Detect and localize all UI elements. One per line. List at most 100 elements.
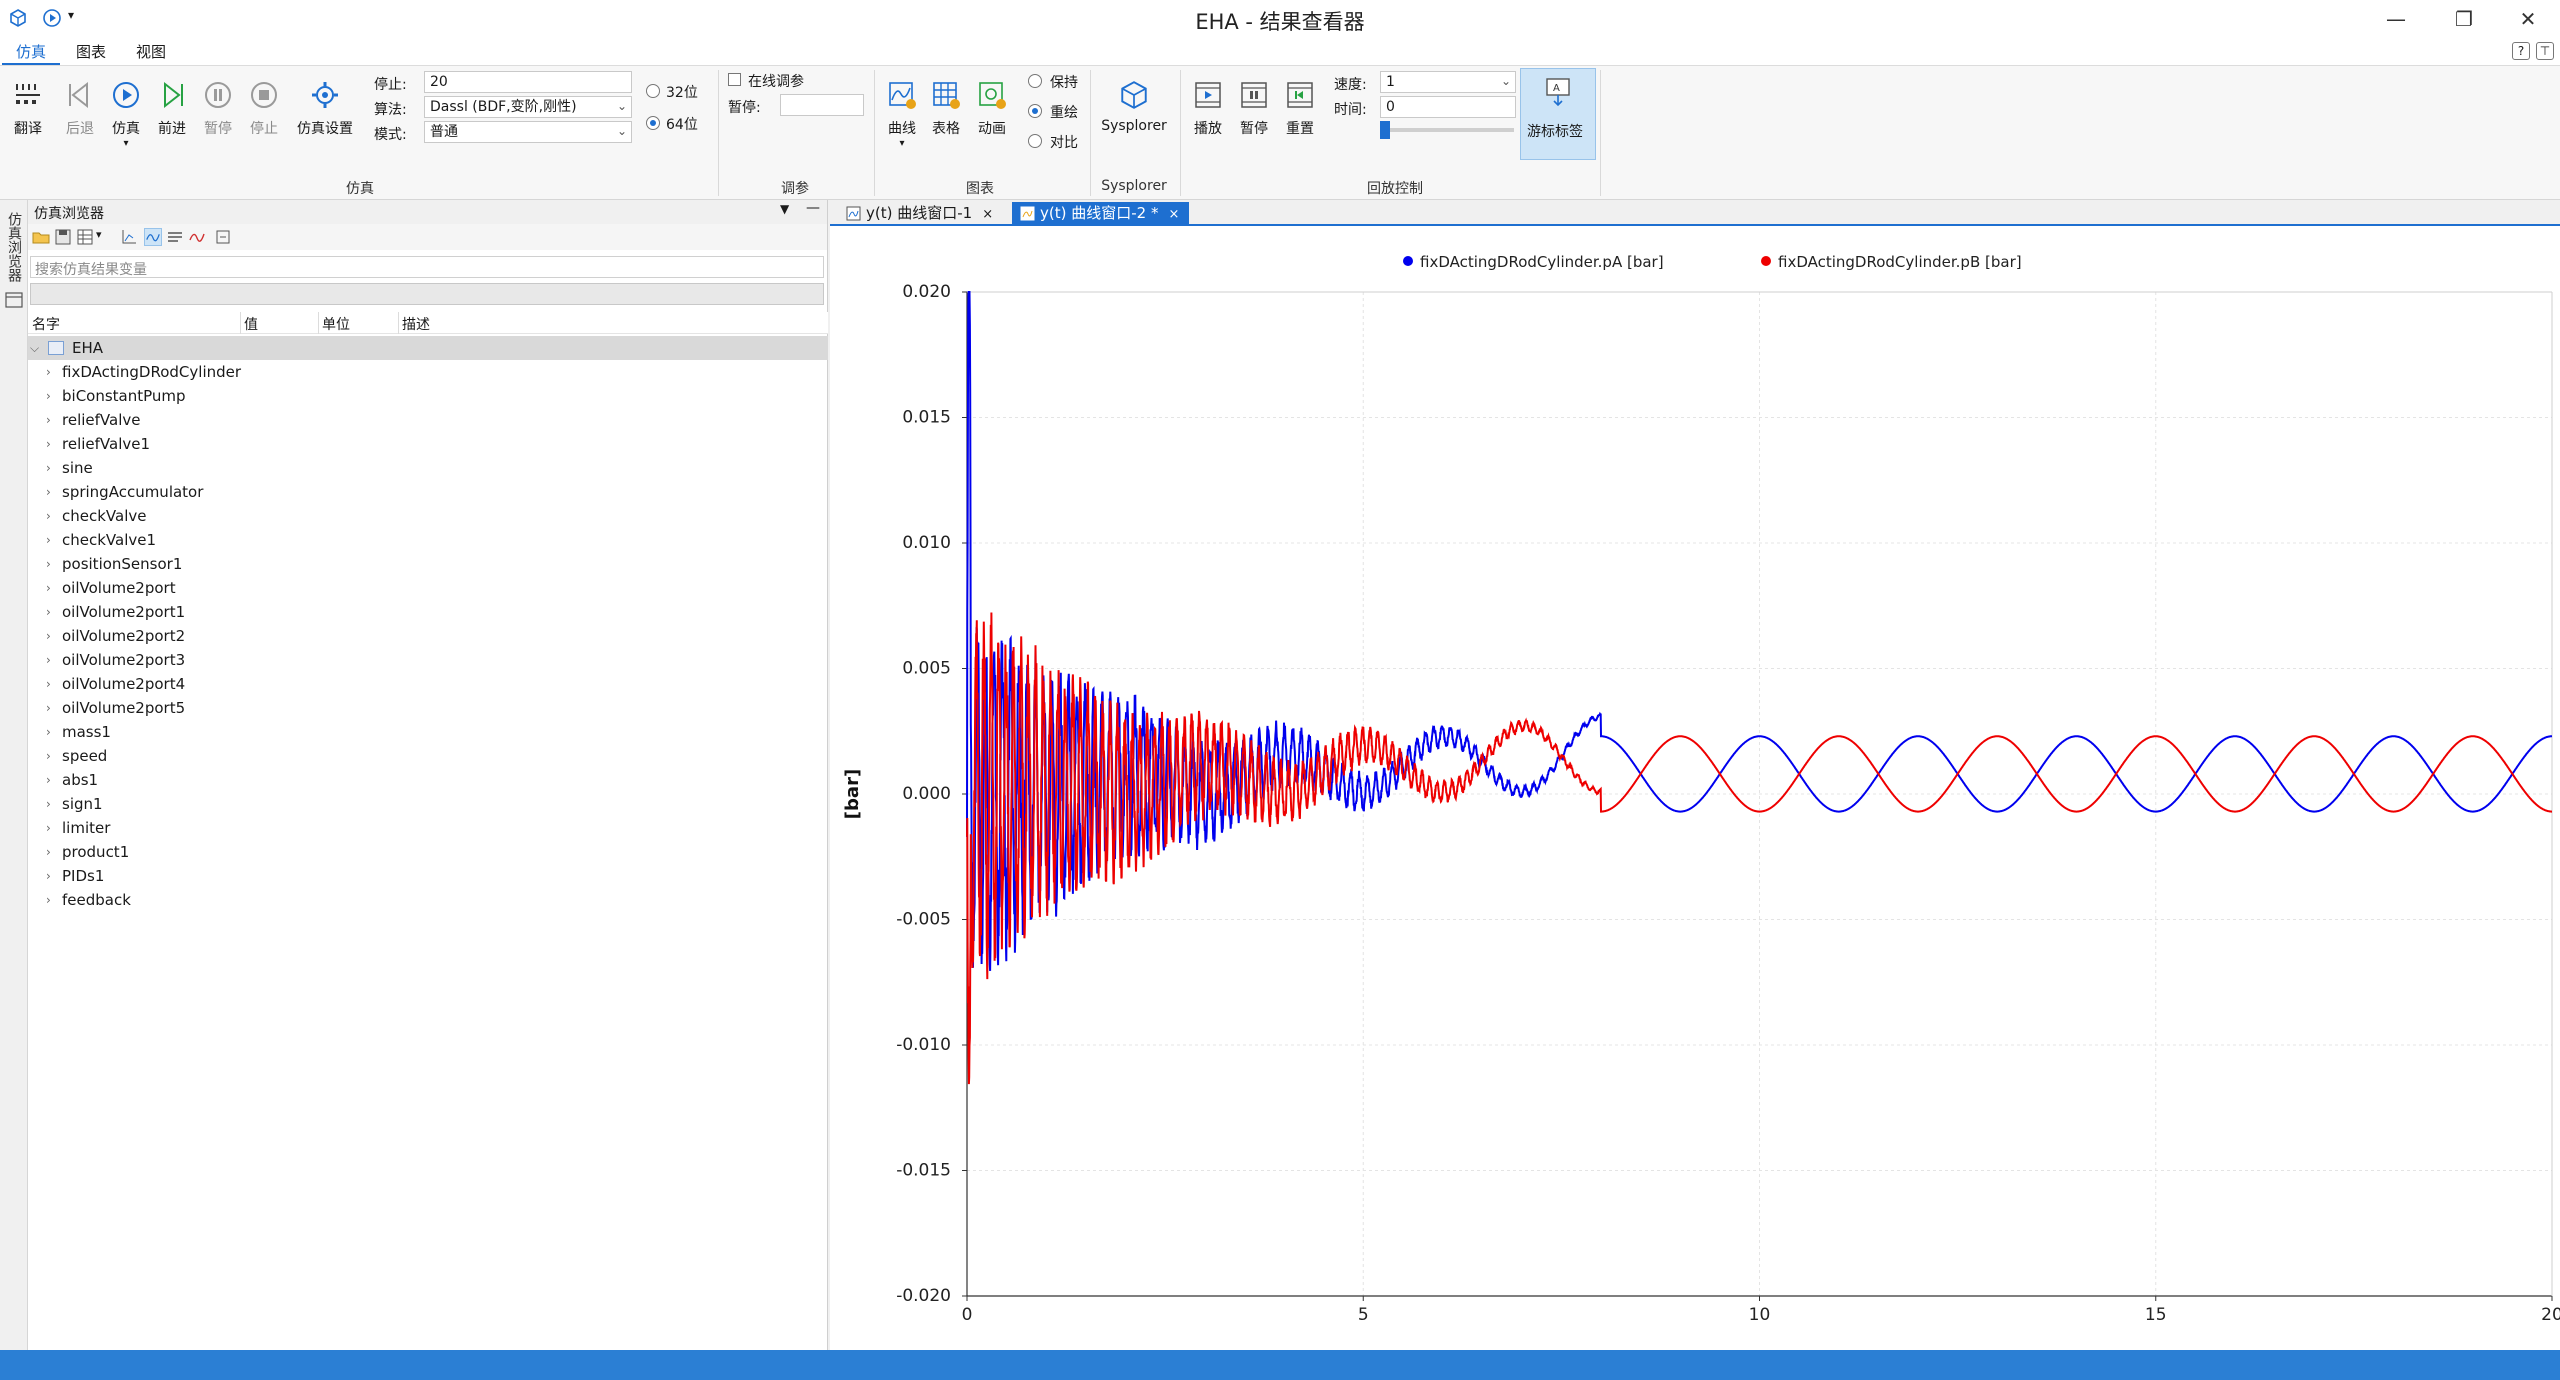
maximize-button[interactable]: ❐ <box>2444 4 2484 34</box>
radio-redraw[interactable] <box>1028 104 1042 118</box>
stop-button[interactable]: 停止 <box>238 78 290 138</box>
expand-arrow-icon[interactable]: › <box>46 744 51 768</box>
tree-item[interactable]: › biConstantPump <box>28 384 828 408</box>
tree-item[interactable]: › oilVolume2port5 <box>28 696 828 720</box>
expand-arrow-icon[interactable]: › <box>46 480 51 504</box>
tree-item[interactable]: › fixDActingDRodCylinder <box>28 360 828 384</box>
expand-arrow-icon[interactable]: › <box>46 768 51 792</box>
expand-arrow-icon[interactable]: › <box>46 888 51 912</box>
col-name[interactable]: 名字 <box>32 314 60 334</box>
tab-chart[interactable]: 图表 <box>62 41 120 65</box>
pause-time-input[interactable] <box>780 94 864 116</box>
col-description[interactable]: 描述 <box>402 314 430 334</box>
variable-search-input[interactable]: 搜索仿真结果变量 <box>30 256 824 278</box>
panel-menu-icon[interactable]: ▼ <box>780 202 789 216</box>
translate-button[interactable]: 翻译 <box>2 78 54 138</box>
filter-bar[interactable] <box>30 283 824 305</box>
tree-item[interactable]: › product1 <box>28 840 828 864</box>
collapse-all-icon[interactable] <box>214 228 232 246</box>
sysplorer-button[interactable]: Sysplorer <box>1094 78 1174 134</box>
line-chart[interactable]: 0.020 0.015 0.010 0.005 0.000 -0.005 -0.010 -0.… <box>830 226 2560 1350</box>
radio-32bit[interactable] <box>646 84 660 98</box>
expand-arrow-icon[interactable]: › <box>46 672 51 696</box>
simulate-button[interactable]: 仿真 ▾ <box>100 78 152 149</box>
tree-item[interactable]: › abs1 <box>28 768 828 792</box>
expand-arrow-icon[interactable]: › <box>46 840 51 864</box>
plot-axis-icon[interactable] <box>120 228 138 246</box>
sim-browser-side-tab[interactable]: 仿真浏览器 <box>4 212 24 282</box>
time-slider-thumb[interactable] <box>1380 121 1390 139</box>
save-icon[interactable] <box>54 228 72 246</box>
close-tab-icon[interactable]: × <box>1168 207 1179 222</box>
pause-button[interactable]: 暂停 <box>192 78 244 138</box>
expand-arrow-icon[interactable]: › <box>46 360 51 384</box>
time-slider-track[interactable] <box>1382 128 1514 132</box>
expand-arrow-icon[interactable]: ⌵ <box>30 336 39 360</box>
close-tab-icon[interactable]: × <box>982 207 993 222</box>
curve-mode-icon[interactable] <box>144 228 162 246</box>
expand-arrow-icon[interactable]: › <box>46 432 51 456</box>
tree-item[interactable]: › sine <box>28 456 828 480</box>
expand-arrow-icon[interactable]: › <box>46 456 51 480</box>
panel-minimize-icon[interactable]: — <box>806 200 820 216</box>
expand-arrow-icon[interactable]: › <box>46 696 51 720</box>
table-button[interactable]: 表格 <box>920 78 972 138</box>
tree-item[interactable]: › oilVolume2port <box>28 576 828 600</box>
simulate-dropdown-icon[interactable]: ▾ <box>100 138 152 149</box>
online-tune-checkbox[interactable] <box>728 73 741 86</box>
legend-label[interactable]: fixDActingDRodCylinder.pA [bar] <box>1420 253 1664 271</box>
expand-arrow-icon[interactable]: › <box>46 504 51 528</box>
playback-reset-button[interactable]: 重置 <box>1274 78 1326 138</box>
expand-arrow-icon[interactable]: › <box>46 648 51 672</box>
tree-item[interactable]: › mass1 <box>28 720 828 744</box>
export-icon[interactable] <box>76 228 94 246</box>
tree-item[interactable]: › reliefValve <box>28 408 828 432</box>
tree-item[interactable]: › positionSensor1 <box>28 552 828 576</box>
export-dropdown-icon[interactable]: ▾ <box>96 228 102 241</box>
expand-arrow-icon[interactable]: › <box>46 408 51 432</box>
tree-item[interactable]: › oilVolume2port3 <box>28 648 828 672</box>
tree-item[interactable]: › checkValve1 <box>28 528 828 552</box>
red-curve-icon[interactable] <box>188 228 206 246</box>
cursor-label-button[interactable]: A 游标标签 <box>1520 68 1596 160</box>
expand-arrow-icon[interactable]: › <box>46 792 51 816</box>
tab-plot-window-2[interactable]: y(t) 曲线窗口-2 * × <box>1012 202 1190 226</box>
list-mode-icon[interactable] <box>166 228 184 246</box>
expand-arrow-icon[interactable]: › <box>46 864 51 888</box>
radio-64bit[interactable] <box>646 116 660 130</box>
tree-item[interactable]: › checkValve <box>28 504 828 528</box>
minimize-button[interactable]: — <box>2376 4 2416 34</box>
expand-arrow-icon[interactable]: › <box>46 384 51 408</box>
step-forward-button[interactable]: 前进 <box>146 78 198 138</box>
expand-arrow-icon[interactable]: › <box>46 600 51 624</box>
close-button[interactable]: ✕ <box>2508 4 2548 34</box>
playback-pause-button[interactable]: 暂停 <box>1228 78 1280 138</box>
radio-compare[interactable] <box>1028 134 1042 148</box>
tab-view[interactable]: 视图 <box>122 41 180 65</box>
playback-play-button[interactable]: 播放 <box>1182 78 1234 138</box>
speed-select[interactable]: 1 ⌄ <box>1380 71 1516 93</box>
tree-item[interactable]: › oilVolume2port4 <box>28 672 828 696</box>
tree-item[interactable]: › oilVolume2port1 <box>28 600 828 624</box>
tree-item[interactable]: › feedback <box>28 888 828 912</box>
expand-arrow-icon[interactable]: › <box>46 528 51 552</box>
radio-keep[interactable] <box>1028 74 1042 88</box>
open-folder-icon[interactable] <box>32 228 50 246</box>
animation-button[interactable]: 动画 <box>966 78 1018 138</box>
expand-arrow-icon[interactable]: › <box>46 624 51 648</box>
help-icon[interactable]: ? <box>2512 42 2530 60</box>
col-value[interactable]: 值 <box>244 314 258 334</box>
sim-settings-button[interactable]: 仿真设置 <box>292 78 358 138</box>
tab-simulation[interactable]: 仿真 <box>2 41 61 65</box>
tree-item[interactable]: › springAccumulator <box>28 480 828 504</box>
pin-ribbon-icon[interactable]: ⊤ <box>2536 42 2554 60</box>
stop-time-input[interactable]: 20 <box>424 71 632 93</box>
expand-arrow-icon[interactable]: › <box>46 576 51 600</box>
tab-plot-window-1[interactable]: y(t) 曲线窗口-1 × <box>838 202 1003 226</box>
tree-root-eha[interactable]: ⌵ EHA <box>28 336 828 360</box>
tree-item[interactable]: › reliefValve1 <box>28 432 828 456</box>
window-icon[interactable] <box>5 292 23 308</box>
algorithm-select[interactable]: Dassl (BDF,变阶,刚性) ⌄ <box>424 96 632 118</box>
tree-item[interactable]: › limiter <box>28 816 828 840</box>
expand-arrow-icon[interactable]: › <box>46 552 51 576</box>
